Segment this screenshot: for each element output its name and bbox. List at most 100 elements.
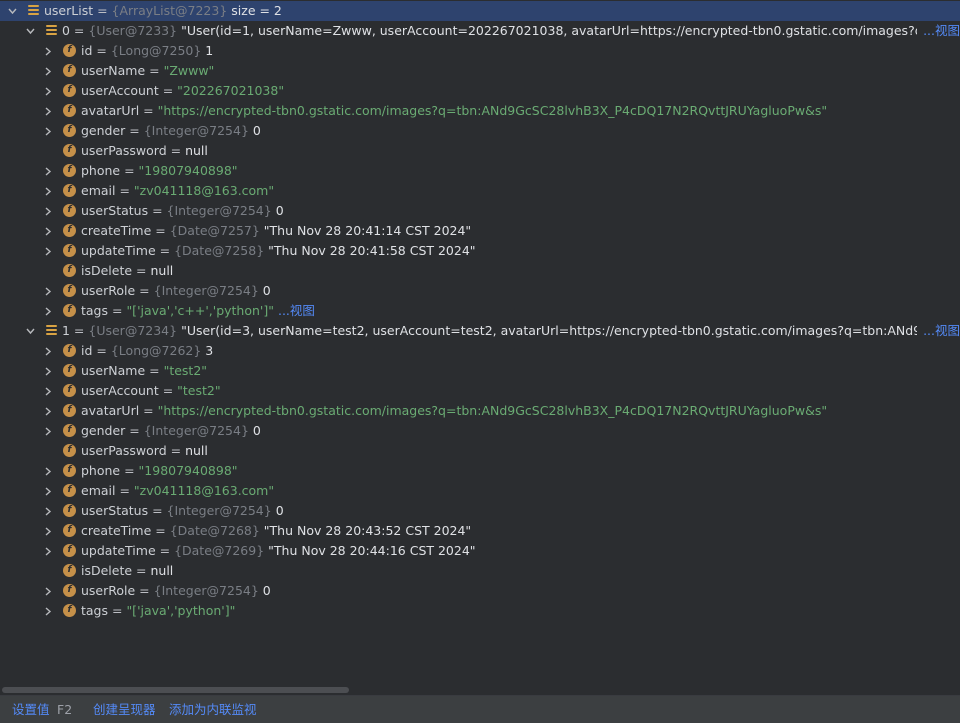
tree-row[interactable]: f userAccount = "202267021038"	[0, 81, 960, 101]
chevron-right-icon[interactable]	[42, 581, 54, 601]
chevron-right-icon[interactable]	[42, 381, 54, 401]
chevron-right-icon[interactable]	[42, 601, 54, 621]
chevron-right-icon[interactable]	[42, 201, 54, 221]
tree-row-label: id = {Long@7250} 1	[81, 41, 213, 61]
variable-name: updateTime	[81, 543, 156, 558]
chevron-right-icon[interactable]	[42, 81, 54, 101]
chevron-right-icon[interactable]	[42, 501, 54, 521]
equals-sign: =	[69, 23, 89, 38]
chevron-down-icon[interactable]	[24, 321, 36, 341]
string-value: "202267021038"	[177, 83, 285, 98]
tree-row[interactable]: f gender = {Integer@7254} 0	[0, 121, 960, 141]
chevron-right-icon[interactable]	[42, 461, 54, 481]
tree-row[interactable]: f tags = "['java','c++','python']" ...视图	[0, 301, 960, 321]
equals-sign: =	[132, 563, 151, 578]
chevron-right-icon[interactable]	[42, 301, 54, 321]
equals-sign: =	[148, 503, 167, 518]
chevron-right-icon[interactable]	[42, 61, 54, 81]
tree-row[interactable]: f userName = "Zwww"	[0, 61, 960, 81]
tree-row[interactable]: f userRole = {Integer@7254} 0	[0, 281, 960, 301]
field-icon: f	[63, 464, 76, 477]
tree-row[interactable]: 0 = {User@7233} "User(id=1, userName=Zww…	[0, 21, 960, 41]
tree-row[interactable]: f id = {Long@7250} 1	[0, 41, 960, 61]
chevron-right-icon[interactable]	[42, 41, 54, 61]
chevron-right-icon[interactable]	[42, 241, 54, 261]
value-text: 3	[201, 343, 214, 358]
view-link[interactable]: ...视图	[917, 321, 960, 341]
action-bar: 设置值 F2 创建呈现器 添加为内联监视	[0, 695, 960, 723]
equals-sign: =	[158, 83, 178, 98]
equals-sign: =	[145, 363, 164, 378]
tree-row[interactable]: f id = {Long@7262} 3	[0, 341, 960, 361]
tree-row[interactable]: f userPassword = null	[0, 141, 960, 161]
tree-row[interactable]: f userStatus = {Integer@7254} 0	[0, 201, 960, 221]
chevron-right-icon[interactable]	[42, 161, 54, 181]
tree-row[interactable]: f isDelete = null	[0, 261, 960, 281]
tree-row[interactable]: 1 = {User@7234} "User(id=3, userName=tes…	[0, 321, 960, 341]
tree-row[interactable]: f avatarUrl = "https://encrypted-tbn0.gst…	[0, 101, 960, 121]
set-value-button[interactable]: 设置值	[12, 696, 50, 723]
tree-row[interactable]: f isDelete = null	[0, 561, 960, 581]
tree-row[interactable]: f createTime = {Date@7268} "Thu Nov 28 20…	[0, 521, 960, 541]
chevron-right-icon[interactable]	[42, 181, 54, 201]
chevron-right-icon[interactable]	[42, 281, 54, 301]
view-link[interactable]: ...视图	[274, 303, 315, 318]
tree-row[interactable]: f createTime = {Date@7257} "Thu Nov 28 20…	[0, 221, 960, 241]
tree-row[interactable]: f phone = "19807940898"	[0, 161, 960, 181]
chevron-down-icon[interactable]	[6, 1, 18, 21]
variable-name: tags	[81, 303, 109, 318]
type-label: {Integer@7254}	[153, 583, 259, 598]
variable-name: userName	[81, 363, 146, 378]
tree-row[interactable]: userList = {ArrayList@7223} size = 2	[0, 1, 960, 21]
tree-row[interactable]: f userStatus = {Integer@7254} 0	[0, 501, 960, 521]
type-label: {Integer@7254}	[143, 423, 249, 438]
type-label: {User@7233}	[88, 23, 178, 38]
field-icon: f	[63, 164, 76, 177]
variable-name: isDelete	[81, 563, 133, 578]
chevron-right-icon[interactable]	[42, 401, 54, 421]
chevron-right-icon[interactable]	[42, 101, 54, 121]
tree-row[interactable]: f userRole = {Integer@7254} 0	[0, 581, 960, 601]
tree-row[interactable]: f updateTime = {Date@7258} "Thu Nov 28 20…	[0, 241, 960, 261]
tree-row[interactable]: f userAccount = "test2"	[0, 381, 960, 401]
horizontal-scrollbar[interactable]	[2, 687, 349, 693]
equals-sign: =	[125, 423, 144, 438]
equals-sign: =	[92, 343, 111, 358]
field-icon: f	[63, 424, 76, 437]
tree-row-label: phone = "19807940898"	[81, 461, 238, 481]
tree-row[interactable]: f userPassword = null	[0, 441, 960, 461]
string-value: "['java','c++','python']"	[126, 303, 274, 318]
equals-sign: =	[120, 463, 139, 478]
type-label: {ArrayList@7223}	[111, 3, 228, 18]
value-text: "User(id=1, userName=Zwww, userAccount=2…	[177, 23, 960, 38]
tree-row[interactable]: f userName = "test2"	[0, 361, 960, 381]
tree-row[interactable]: f gender = {Integer@7254} 0	[0, 421, 960, 441]
value-text: "User(id=3, userName=test2, userAccount=…	[177, 323, 960, 338]
chevron-right-icon[interactable]	[42, 361, 54, 381]
tree-row[interactable]: f avatarUrl = "https://encrypted-tbn0.gst…	[0, 401, 960, 421]
tree-row[interactable]: f email = "zv041118@163.com"	[0, 181, 960, 201]
tree-row-label: isDelete = null	[81, 261, 173, 281]
chevron-right-icon[interactable]	[42, 221, 54, 241]
chevron-right-icon[interactable]	[42, 341, 54, 361]
view-link[interactable]: ...视图	[917, 21, 960, 41]
tree-row[interactable]: f updateTime = {Date@7269} "Thu Nov 28 20…	[0, 541, 960, 561]
create-renderer-button[interactable]: 创建呈现器	[93, 696, 156, 723]
tree-row[interactable]: f tags = "['java','python']"	[0, 601, 960, 621]
tree-row-label: gender = {Integer@7254} 0	[81, 121, 261, 141]
chevron-right-icon[interactable]	[42, 481, 54, 501]
chevron-down-icon[interactable]	[24, 21, 36, 41]
variable-name: updateTime	[81, 243, 156, 258]
chevron-right-icon[interactable]	[42, 121, 54, 141]
chevron-right-icon[interactable]	[42, 541, 54, 561]
equals-sign: =	[148, 203, 167, 218]
chevron-right-icon[interactable]	[42, 421, 54, 441]
variables-tree[interactable]: userList = {ArrayList@7223} size = 20 = …	[0, 0, 960, 686]
equals-sign: =	[145, 63, 164, 78]
tree-row[interactable]: f phone = "19807940898"	[0, 461, 960, 481]
tree-row[interactable]: f email = "zv041118@163.com"	[0, 481, 960, 501]
chevron-right-icon[interactable]	[42, 521, 54, 541]
field-icon: f	[63, 284, 76, 297]
add-inline-watch-button[interactable]: 添加为内联监视	[169, 696, 257, 723]
variable-name: phone	[81, 463, 121, 478]
